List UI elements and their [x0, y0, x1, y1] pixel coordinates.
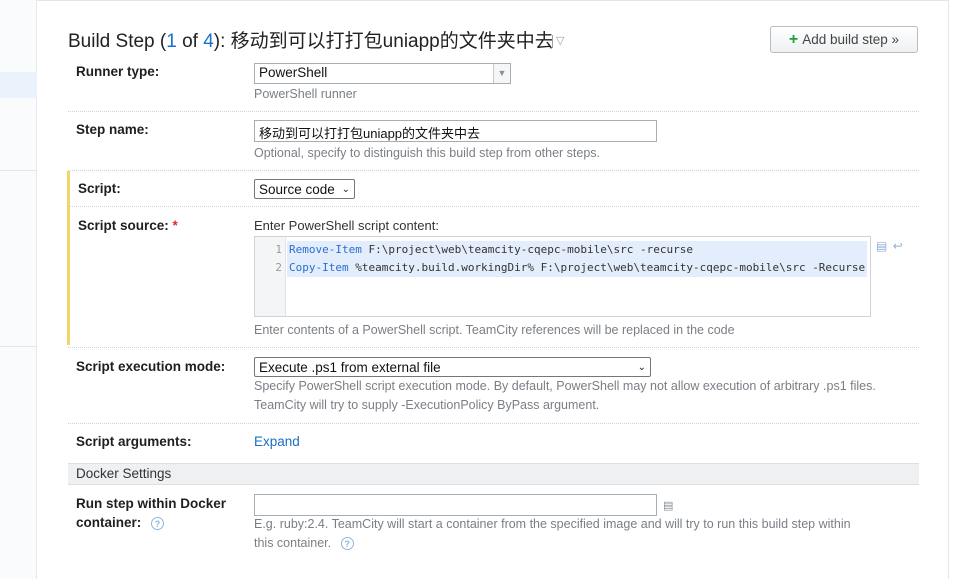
script-source-label: Script source: * [78, 218, 178, 233]
runner-type-label: Runner type: [76, 64, 160, 79]
chevron-down-icon[interactable]: ▼ [493, 64, 510, 83]
list-icon[interactable]: ▤ [663, 499, 673, 512]
docker-container-label: Run step within Docker [76, 496, 227, 511]
docker-settings-header: Docker Settings [68, 463, 919, 485]
script-select[interactable]: Source code ⌄ [254, 179, 355, 199]
code-line[interactable]: Copy-Item %teamcity.build.workingDir% F:… [289, 261, 865, 274]
add-build-step-label: Add build step » [802, 32, 900, 47]
chevron-down-icon: ⌄ [637, 361, 646, 373]
step-name-label: Step name: [76, 122, 149, 137]
help-icon[interactable]: ? [151, 516, 165, 530]
row-divider [68, 111, 919, 112]
page-title: Build Step (1 of 4): 移动到可以打打包uniapp的文件夹中… [68, 31, 554, 52]
sidebar-divider [0, 170, 37, 171]
step-total[interactable]: 4 [203, 31, 214, 52]
required-mark: * [172, 218, 178, 233]
editor-toolbar: ▤ ↩ [876, 239, 903, 253]
docker-hint: this container. ? [254, 536, 354, 551]
execution-mode-select[interactable]: Execute .ps1 from external file ⌄ [254, 357, 651, 377]
right-border [948, 0, 949, 579]
row-divider [68, 170, 919, 171]
left-sidebar-strip [0, 0, 37, 579]
list-icon[interactable]: ▤ [876, 239, 887, 253]
step-name-input[interactable]: 移动到可以打打包uniapp的文件夹中去 [254, 120, 657, 142]
step-index[interactable]: 1 [166, 31, 177, 52]
help-icon[interactable]: ? [340, 537, 354, 551]
runner-type-value: PowerShell [259, 65, 328, 80]
line-number: 1 [275, 243, 282, 256]
title-dropdown-icon[interactable]: ▽ [552, 35, 564, 48]
changed-section-marker [67, 171, 70, 345]
script-source-intro: Enter PowerShell script content: [254, 218, 439, 233]
plus-icon: + [788, 30, 799, 48]
step-name-hint: Optional, specify to distinguish this bu… [254, 146, 601, 160]
script-code-editor[interactable]: 1 2 Remove-Item F:\project\web\teamcity-… [254, 236, 871, 317]
execution-mode-label: Script execution mode: [76, 359, 226, 374]
docker-container-label: container: ? [76, 515, 165, 530]
script-arguments-label: Script arguments: [76, 434, 192, 449]
wrap-icon[interactable]: ↩ [893, 239, 903, 253]
sidebar-active-band [0, 72, 37, 98]
script-source-hint: Enter contents of a PowerShell script. T… [254, 323, 735, 337]
execution-mode-hint: TeamCity will try to supply -ExecutionPo… [254, 398, 600, 412]
row-divider [68, 347, 919, 348]
top-border [37, 0, 949, 1]
runner-type-select[interactable]: PowerShell ▼ [254, 63, 511, 84]
row-divider [68, 206, 919, 207]
script-select-value: Source code [259, 181, 335, 197]
script-label: Script: [78, 181, 121, 196]
row-divider [68, 423, 919, 424]
execution-mode-value: Execute .ps1 from external file [259, 359, 441, 375]
execution-mode-hint: Specify PowerShell script execution mode… [254, 379, 876, 393]
docker-image-input[interactable] [254, 494, 657, 516]
expand-arguments-link[interactable]: Expand [254, 434, 300, 449]
line-number: 2 [275, 261, 282, 274]
add-build-step-button[interactable]: + Add build step » [770, 26, 918, 53]
code-line[interactable]: Remove-Item F:\project\web\teamcity-cqep… [289, 243, 693, 256]
chevron-down-icon: ⌄ [341, 183, 350, 195]
docker-hint: E.g. ruby:2.4. TeamCity will start a con… [254, 517, 851, 531]
sidebar-divider [0, 346, 37, 347]
runner-type-hint: PowerShell runner [254, 87, 357, 101]
